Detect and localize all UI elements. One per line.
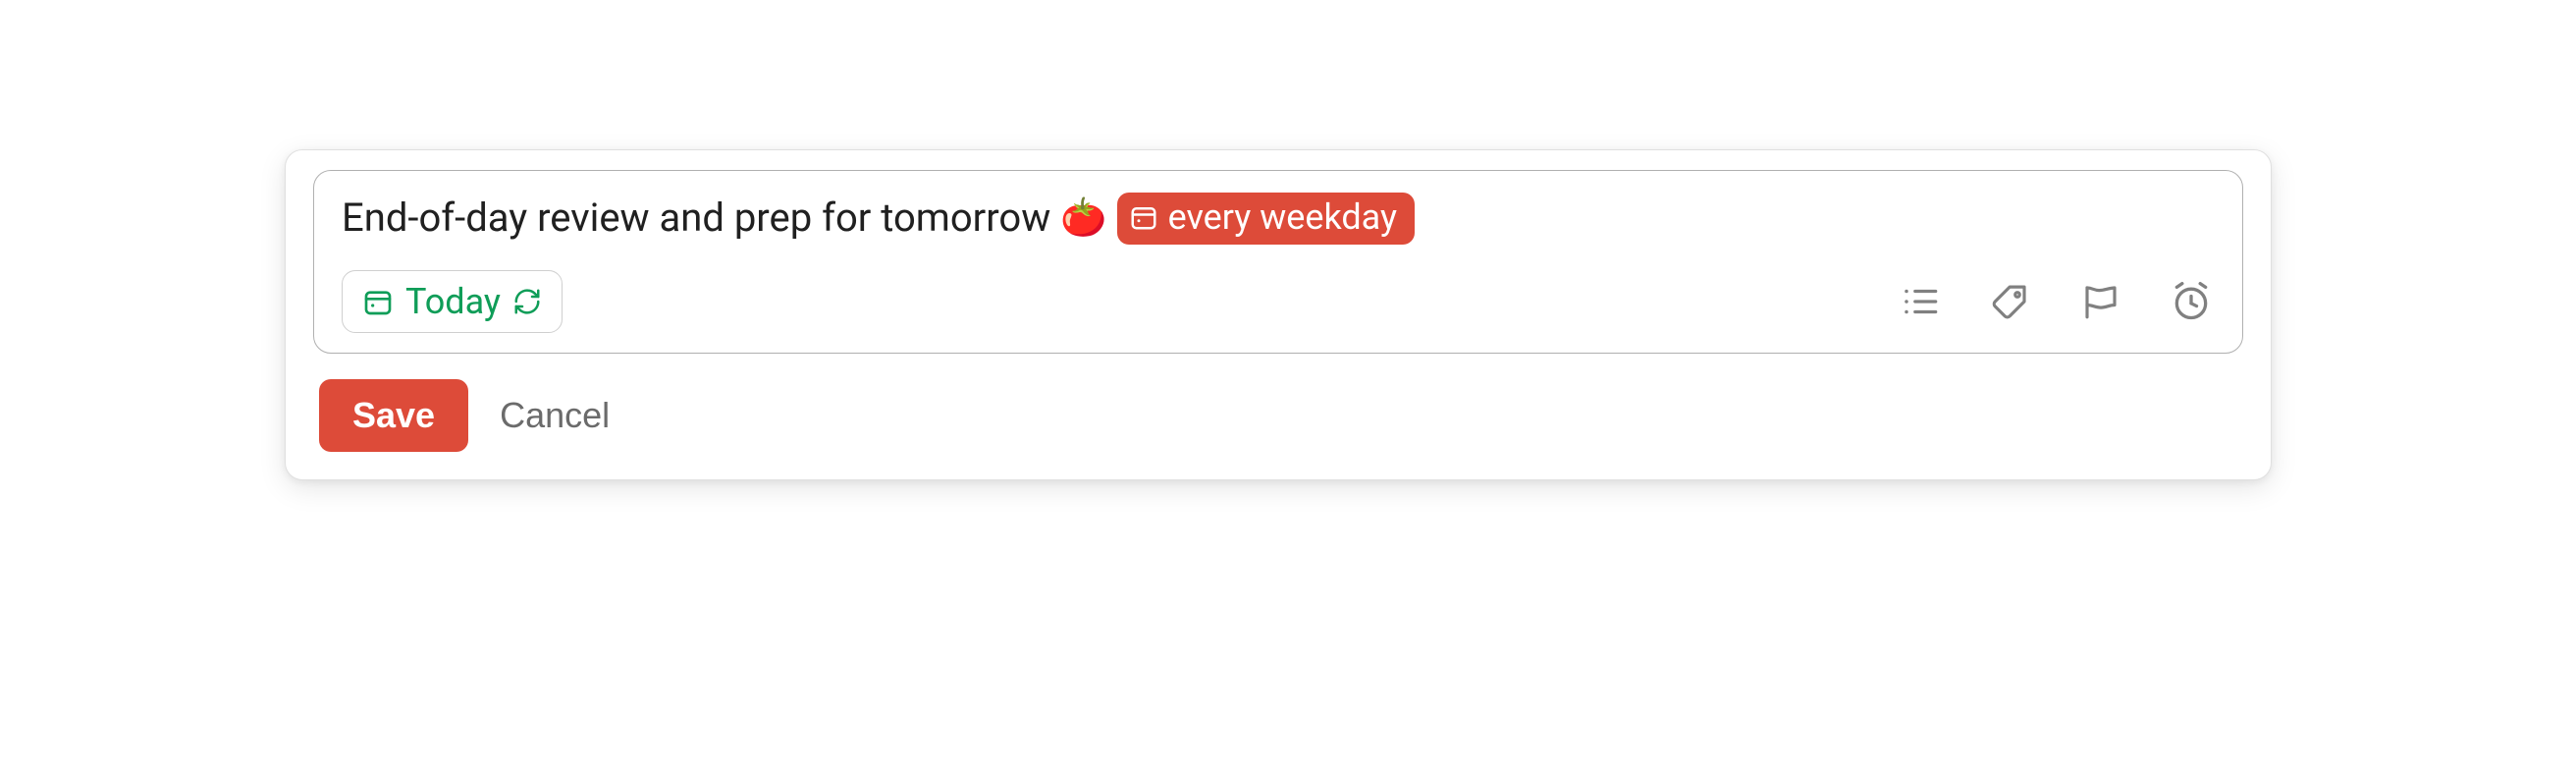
tag-icon [1990,281,2031,322]
recurrence-chip[interactable]: every weekday [1117,193,1415,245]
alarm-icon [2170,280,2213,323]
task-input-box[interactable]: End-of-day review and prep for tomorrow … [313,170,2243,354]
save-button[interactable]: Save [319,379,468,452]
tomato-emoji: 🍅 [1060,195,1106,243]
task-options-row: Today [342,270,2215,333]
task-title-line[interactable]: End-of-day review and prep for tomorrow … [342,193,2215,245]
reminder-button[interactable] [2168,278,2215,325]
task-title-text: End-of-day review and prep for tomorrow [342,194,1050,243]
recurrence-label: every weekday [1168,194,1397,241]
list-icon [1900,281,1941,322]
priority-button[interactable] [2077,278,2124,325]
cancel-button[interactable]: Cancel [500,395,610,436]
flag-icon [2080,281,2121,322]
calendar-icon [1129,202,1158,232]
task-editor-card: End-of-day review and prep for tomorrow … [285,149,2272,480]
calendar-icon [362,286,394,317]
date-chip[interactable]: Today [342,270,563,333]
project-button[interactable] [1897,278,1944,325]
recurring-icon [512,287,542,316]
task-icon-row [1897,278,2215,325]
date-label: Today [405,281,501,322]
editor-footer: Save Cancel [313,379,2243,452]
label-button[interactable] [1987,278,2034,325]
